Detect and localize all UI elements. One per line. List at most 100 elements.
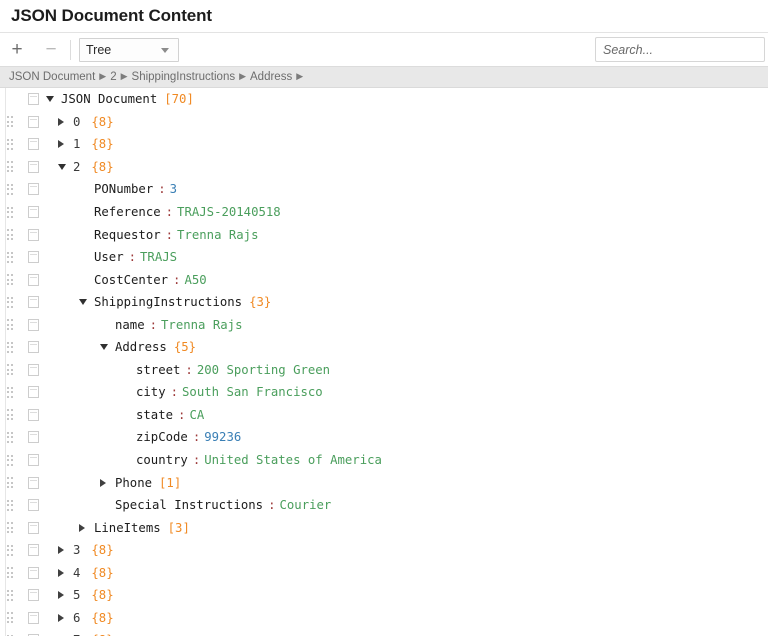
tree-row[interactable]: name: Trenna Rajs — [0, 313, 768, 336]
tree-row[interactable]: Requestor: Trenna Rajs — [0, 223, 768, 246]
tree-row[interactable]: User: TRAJS — [0, 246, 768, 269]
breadcrumb-item[interactable]: ShippingInstructions — [132, 71, 236, 83]
node-value-number[interactable]: 3 — [170, 182, 177, 196]
remove-node-button[interactable]: − — [34, 33, 68, 66]
collapse-arrow-icon[interactable] — [46, 96, 61, 103]
expand-arrow-icon[interactable] — [58, 140, 73, 149]
drag-handle-icon[interactable] — [0, 161, 20, 173]
row-checkbox[interactable] — [20, 476, 46, 489]
drag-handle-icon[interactable] — [0, 454, 20, 466]
drag-handle-icon[interactable] — [0, 138, 20, 150]
row-checkbox[interactable] — [20, 115, 46, 128]
tree-row[interactable]: JSON Document [70] — [0, 88, 768, 111]
row-checkbox[interactable] — [20, 611, 46, 624]
expand-arrow-icon[interactable] — [79, 523, 94, 532]
drag-handle-icon[interactable] — [0, 229, 20, 241]
tree-row[interactable]: state: CA — [0, 404, 768, 427]
tree-row[interactable]: zipCode:99236 — [0, 426, 768, 449]
breadcrumb-item[interactable]: JSON Document — [9, 71, 95, 83]
row-checkbox[interactable] — [20, 386, 46, 399]
row-checkbox[interactable] — [20, 341, 46, 354]
drag-handle-icon[interactable] — [0, 522, 20, 534]
tree-row[interactable]: Phone [1] — [0, 471, 768, 494]
drag-handle-icon[interactable] — [0, 477, 20, 489]
tree-row[interactable]: 3 {8} — [0, 539, 768, 562]
drag-handle-icon[interactable] — [0, 183, 20, 195]
node-value-string[interactable]: Courier — [279, 498, 331, 512]
tree-row[interactable]: 4 {8} — [0, 561, 768, 584]
drag-handle-icon[interactable] — [0, 589, 20, 601]
tree-row[interactable]: Address {5} — [0, 336, 768, 359]
drag-handle-icon[interactable] — [0, 319, 20, 331]
expand-arrow-icon[interactable] — [58, 613, 73, 622]
expand-arrow-icon[interactable] — [58, 568, 73, 577]
node-value-string[interactable]: CA — [189, 408, 204, 422]
drag-handle-icon[interactable] — [0, 364, 20, 376]
tree-row[interactable]: 0 {8} — [0, 111, 768, 134]
row-checkbox[interactable] — [20, 228, 46, 241]
node-value-string[interactable]: South San Francisco — [182, 385, 323, 399]
tree-row[interactable]: city: South San Francisco — [0, 381, 768, 404]
drag-handle-icon[interactable] — [0, 251, 20, 263]
expand-arrow-icon[interactable] — [58, 546, 73, 555]
row-checkbox[interactable] — [20, 318, 46, 331]
drag-handle-icon[interactable] — [0, 567, 20, 579]
drag-handle-icon[interactable] — [0, 206, 20, 218]
search-box[interactable] — [595, 37, 766, 62]
breadcrumb-item[interactable]: Address — [250, 71, 292, 83]
row-checkbox[interactable] — [20, 251, 46, 264]
tree-row[interactable]: 1 {8} — [0, 133, 768, 156]
row-checkbox[interactable] — [20, 431, 46, 444]
drag-handle-icon[interactable] — [0, 116, 20, 128]
row-checkbox[interactable] — [20, 183, 46, 196]
row-checkbox[interactable] — [20, 296, 46, 309]
view-mode-select[interactable]: Tree — [79, 37, 179, 62]
row-checkbox[interactable] — [20, 454, 46, 467]
tree-row[interactable]: Reference: TRAJS-20140518 — [0, 201, 768, 224]
row-checkbox[interactable] — [20, 138, 46, 151]
node-value-string[interactable]: TRAJS — [140, 250, 177, 264]
expand-arrow-icon[interactable] — [58, 591, 73, 600]
collapse-arrow-icon[interactable] — [100, 344, 115, 351]
drag-handle-icon[interactable] — [0, 341, 20, 353]
tree-row[interactable]: 2 {8} — [0, 156, 768, 179]
expand-arrow-icon[interactable] — [58, 117, 73, 126]
node-value-string[interactable]: A50 — [184, 273, 206, 287]
row-checkbox[interactable] — [20, 566, 46, 579]
search-input[interactable] — [603, 42, 766, 57]
drag-handle-icon[interactable] — [0, 499, 20, 511]
breadcrumb-item[interactable]: 2 — [110, 71, 116, 83]
node-value-string[interactable]: United States of America — [204, 453, 382, 467]
expand-arrow-icon[interactable] — [100, 478, 115, 487]
node-value-string[interactable]: Trenna Rajs — [161, 318, 242, 332]
row-checkbox[interactable] — [20, 499, 46, 512]
tree-row[interactable]: 6 {8} — [0, 607, 768, 630]
collapse-arrow-icon[interactable] — [58, 163, 73, 170]
drag-handle-icon[interactable] — [0, 409, 20, 421]
tree-row[interactable]: country: United States of America — [0, 449, 768, 472]
drag-handle-icon[interactable] — [0, 431, 20, 443]
row-checkbox[interactable] — [20, 273, 46, 286]
tree-row[interactable]: CostCenter: A50 — [0, 268, 768, 291]
drag-handle-icon[interactable] — [0, 386, 20, 398]
tree-row[interactable]: street:200 Sporting Green — [0, 359, 768, 382]
row-checkbox[interactable] — [20, 160, 46, 173]
node-value-string[interactable]: Trenna Rajs — [177, 228, 258, 242]
node-value-string[interactable]: 200 Sporting Green — [197, 363, 330, 377]
tree-row[interactable]: LineItems [3] — [0, 516, 768, 539]
row-checkbox[interactable] — [20, 589, 46, 602]
tree-row[interactable]: 5 {8} — [0, 584, 768, 607]
tree-row[interactable]: ShippingInstructions {3} — [0, 291, 768, 314]
node-value-string[interactable]: TRAJS-20140518 — [177, 205, 281, 219]
tree-row[interactable]: 7{8} — [0, 629, 768, 636]
add-node-button[interactable]: + — [0, 33, 34, 66]
row-checkbox[interactable] — [20, 363, 46, 376]
node-value-number[interactable]: 99236 — [204, 430, 241, 444]
row-checkbox[interactable] — [20, 521, 46, 534]
collapse-arrow-icon[interactable] — [79, 299, 94, 306]
row-checkbox[interactable] — [20, 544, 46, 557]
row-checkbox[interactable] — [20, 408, 46, 421]
drag-handle-icon[interactable] — [0, 274, 20, 286]
drag-handle-icon[interactable] — [0, 296, 20, 308]
row-checkbox[interactable] — [20, 93, 46, 106]
